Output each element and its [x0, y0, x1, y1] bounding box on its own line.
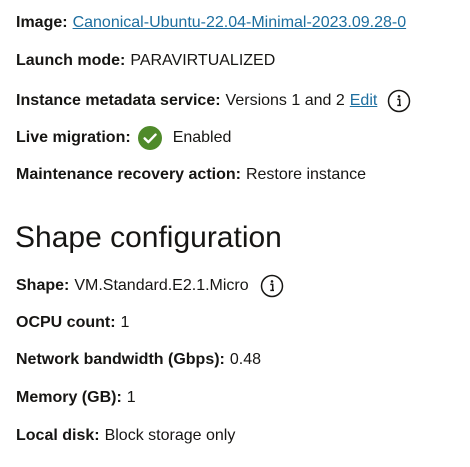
live-migration-label: Live migration:: [16, 129, 131, 146]
local-disk-value: Block storage only: [104, 427, 236, 444]
shape-configuration-heading: Shape configuration: [15, 221, 282, 254]
check-circle-icon: [137, 126, 162, 150]
launch-mode-label: Launch mode:: [16, 52, 126, 69]
local-disk-label: Local disk:: [16, 427, 100, 444]
metadata-service-value: Versions 1 and 2: [225, 92, 345, 109]
live-migration-value: Enabled: [172, 129, 232, 146]
image-label: Image:: [16, 14, 68, 31]
shape-label: Shape:: [16, 277, 70, 294]
shape-row: Shape: VM.Standard.E2.1.Micro: [16, 274, 284, 298]
network-bandwidth-label: Network bandwidth (Gbps):: [16, 351, 225, 368]
launch-mode-value: PARAVIRTUALIZED: [130, 52, 276, 69]
ocpu-count-row: OCPU count: 1: [16, 313, 129, 333]
memory-value: 1: [126, 389, 136, 406]
memory-row: Memory (GB): 1: [16, 388, 136, 408]
memory-label: Memory (GB):: [16, 389, 122, 406]
shape-value: VM.Standard.E2.1.Micro: [74, 277, 249, 294]
image-row: Image: Canonical-Ubuntu-22.04-Minimal-20…: [16, 13, 406, 33]
metadata-edit-link[interactable]: Edit: [350, 91, 378, 111]
maintenance-label: Maintenance recovery action:: [16, 166, 241, 183]
metadata-service-row: Instance metadata service: Versions 1 an…: [16, 89, 411, 113]
maintenance-row: Maintenance recovery action: Restore ins…: [16, 165, 366, 185]
maintenance-value: Restore instance: [245, 166, 367, 183]
info-icon[interactable]: [260, 274, 284, 298]
launch-mode-row: Launch mode: PARAVIRTUALIZED: [16, 51, 275, 71]
metadata-service-label: Instance metadata service:: [16, 92, 221, 109]
ocpu-count-value: 1: [120, 314, 130, 331]
network-bandwidth-value: 0.48: [229, 351, 262, 368]
ocpu-count-label: OCPU count:: [16, 314, 116, 331]
network-bandwidth-row: Network bandwidth (Gbps): 0.48: [16, 350, 261, 370]
info-icon[interactable]: [387, 89, 411, 113]
local-disk-row: Local disk: Block storage only: [16, 426, 235, 446]
live-migration-row: Live migration: Enabled: [16, 126, 231, 150]
image-link[interactable]: Canonical-Ubuntu-22.04-Minimal-2023.09.2…: [73, 13, 407, 33]
